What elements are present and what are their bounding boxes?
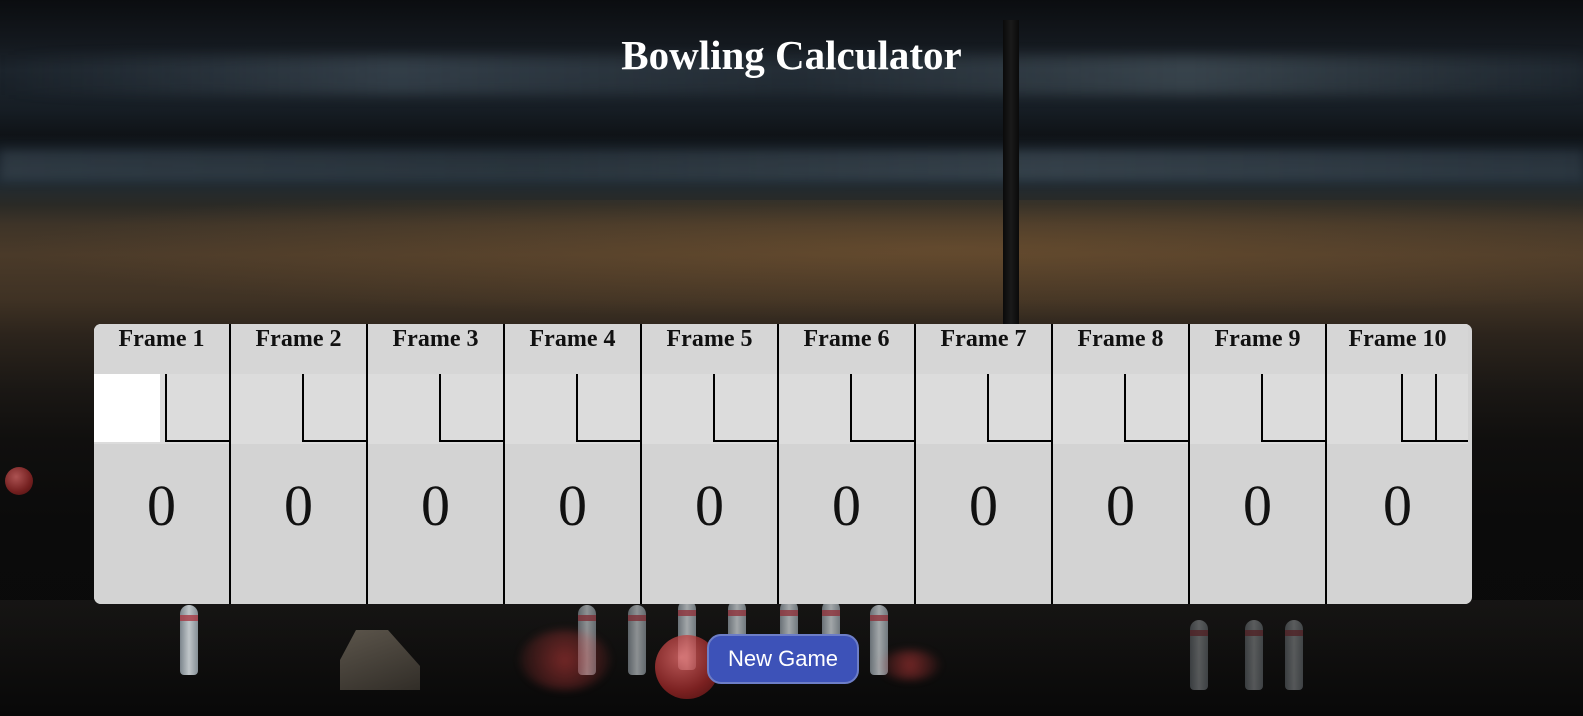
roll-1-box[interactable] <box>505 374 571 442</box>
frame-rolls <box>231 374 366 444</box>
frame-score: 0 <box>147 473 176 538</box>
frame-rolls <box>1190 374 1325 444</box>
frame-rolls <box>368 374 503 444</box>
frame-label: Frame 4 <box>505 324 640 374</box>
frame-label: Frame 1 <box>94 324 229 374</box>
frame-4: Frame 4 0 <box>505 324 642 604</box>
roll-1-box[interactable] <box>779 374 845 442</box>
frame-score: 0 <box>1383 473 1412 538</box>
scoreboard: Frame 1 0 Frame 2 0 Frame 3 0 Frame 4 0 … <box>94 324 1472 604</box>
frame-2: Frame 2 0 <box>231 324 368 604</box>
roll-1-box[interactable] <box>231 374 297 442</box>
roll-2-box[interactable] <box>1124 374 1188 442</box>
frame-label: Frame 7 <box>916 324 1051 374</box>
roll-2-box[interactable] <box>713 374 777 442</box>
frame-rolls <box>642 374 777 444</box>
roll-1-box[interactable] <box>916 374 982 442</box>
roll-2-box[interactable] <box>1401 374 1435 442</box>
frame-rolls <box>779 374 914 444</box>
frame-score: 0 <box>969 473 998 538</box>
new-game-button[interactable]: New Game <box>707 634 859 684</box>
page-title: Bowling Calculator <box>621 32 962 78</box>
roll-2-box[interactable] <box>850 374 914 442</box>
frame-8: Frame 8 0 <box>1053 324 1190 604</box>
roll-2-box[interactable] <box>576 374 640 442</box>
frame-label: Frame 3 <box>368 324 503 374</box>
roll-1-box[interactable] <box>1053 374 1119 442</box>
frame-label: Frame 10 <box>1327 324 1468 374</box>
frame-label: Frame 9 <box>1190 324 1325 374</box>
frame-label: Frame 2 <box>231 324 366 374</box>
frame-label: Frame 5 <box>642 324 777 374</box>
frame-score: 0 <box>832 473 861 538</box>
frame-10: Frame 10 0 <box>1327 324 1468 604</box>
roll-1-box[interactable] <box>94 374 160 442</box>
roll-2-box[interactable] <box>302 374 366 442</box>
frame-rolls <box>94 374 229 444</box>
frame-score: 0 <box>284 473 313 538</box>
frame-1: Frame 1 0 <box>94 324 231 604</box>
frame-5: Frame 5 0 <box>642 324 779 604</box>
frame-7: Frame 7 0 <box>916 324 1053 604</box>
frame-rolls <box>505 374 640 444</box>
frame-6: Frame 6 0 <box>779 324 916 604</box>
frame-9: Frame 9 0 <box>1190 324 1327 604</box>
frame-score: 0 <box>695 473 724 538</box>
roll-2-box[interactable] <box>439 374 503 442</box>
roll-2-box[interactable] <box>165 374 229 442</box>
roll-2-box[interactable] <box>987 374 1051 442</box>
frame-label: Frame 8 <box>1053 324 1188 374</box>
frame-score: 0 <box>421 473 450 538</box>
frame-rolls <box>1053 374 1188 444</box>
frame-rolls <box>916 374 1051 444</box>
roll-1-box[interactable] <box>1327 374 1399 442</box>
frame-3: Frame 3 0 <box>368 324 505 604</box>
roll-2-box[interactable] <box>1261 374 1325 442</box>
roll-3-box[interactable] <box>1435 374 1468 442</box>
roll-1-box[interactable] <box>1190 374 1256 442</box>
frame-label: Frame 6 <box>779 324 914 374</box>
frame-score: 0 <box>558 473 587 538</box>
frame-score: 0 <box>1243 473 1272 538</box>
frame-rolls <box>1327 374 1468 444</box>
roll-1-box[interactable] <box>368 374 434 442</box>
roll-1-box[interactable] <box>642 374 708 442</box>
frame-score: 0 <box>1106 473 1135 538</box>
